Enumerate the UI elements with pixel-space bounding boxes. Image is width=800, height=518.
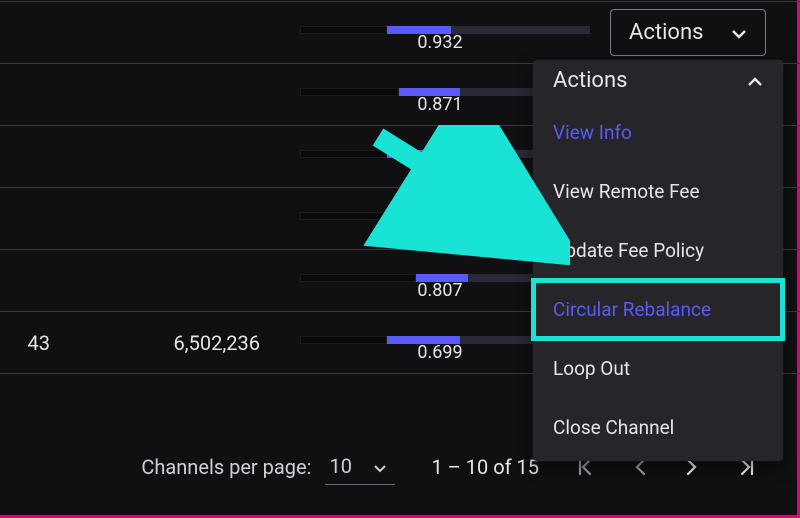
- chevron-down-icon: [374, 454, 386, 478]
- cell-value-a: 43: [0, 331, 50, 355]
- menu-item-close-channel[interactable]: Close Channel: [533, 398, 783, 457]
- balance-bar: [300, 26, 590, 34]
- page-range: 1 – 10 of 15: [431, 455, 539, 479]
- ratio-label: 0.932: [300, 32, 580, 53]
- per-page-select[interactable]: 10: [325, 450, 395, 485]
- menu-item-update-fee-policy[interactable]: Update Fee Policy: [533, 221, 783, 280]
- menu-item-loop-out[interactable]: Loop Out: [533, 339, 783, 398]
- menu-item-circular-rebalance[interactable]: Circular Rebalance: [533, 280, 783, 339]
- menu-item-view-info[interactable]: View Info: [533, 103, 783, 162]
- menu-item-view-remote-fee[interactable]: View Remote Fee: [533, 162, 783, 221]
- menu-header: Actions: [553, 68, 627, 93]
- per-page-value: 10: [329, 454, 351, 478]
- actions-menu: Actions View InfoView Remote FeeUpdate F…: [533, 60, 783, 461]
- table-row: 0.932 Actions: [0, 2, 800, 64]
- per-page-label: Channels per page:: [141, 455, 311, 479]
- actions-button-label: Actions: [629, 20, 703, 45]
- chevron-down-icon: [731, 20, 747, 45]
- cell-value-b: 6,502,236: [50, 331, 300, 355]
- balance-bar-cell: 0.932: [300, 26, 610, 40]
- actions-button[interactable]: Actions: [610, 9, 766, 56]
- chevron-up-icon[interactable]: [747, 68, 763, 93]
